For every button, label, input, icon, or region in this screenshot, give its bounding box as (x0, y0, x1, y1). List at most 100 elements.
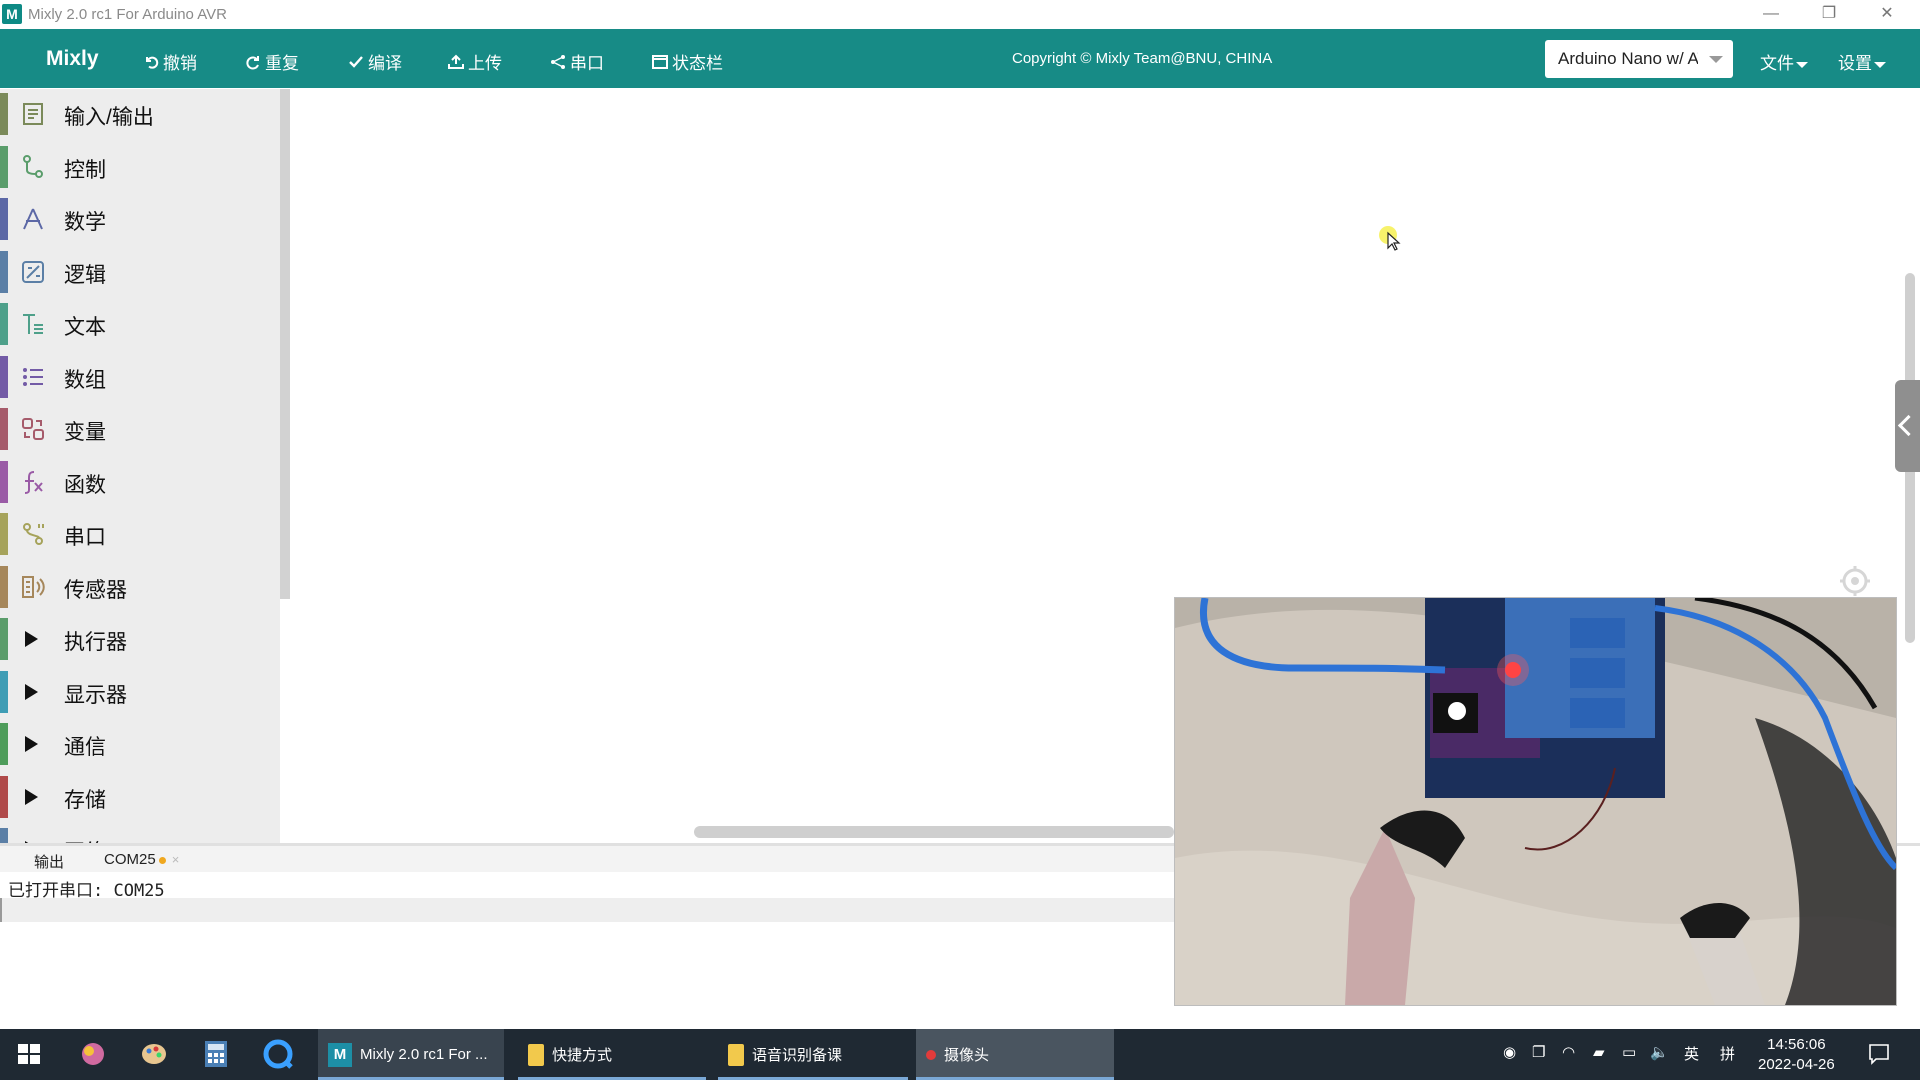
share-nodes-icon (551, 54, 565, 69)
paint-icon[interactable] (139, 1040, 169, 1068)
sidebar-category[interactable]: 显示器 (0, 667, 278, 717)
block-category-sidebar: 输入/输出控制数学逻辑文本数组变量函数串口传感器执行器显示器通信存储网络 (0, 89, 280, 844)
minimize-button[interactable]: — (1748, 0, 1794, 28)
sidebar-category-label: 显示器 (64, 683, 127, 707)
settings-menu-label: 设置 (1838, 54, 1872, 73)
brand-label[interactable]: Mixly (46, 47, 99, 71)
text-icon (20, 311, 46, 337)
sidebar-scrollbar[interactable] (280, 89, 290, 599)
copyright-text: Copyright © Mixly Team@BNU, CHINA (1012, 50, 1273, 67)
statusbar-button[interactable]: 状态栏 (652, 49, 723, 74)
record-dot-icon (926, 1049, 936, 1060)
variable-icon (20, 416, 46, 442)
sensor-icon (20, 574, 46, 600)
restore-button[interactable]: ❐ (1806, 0, 1852, 28)
battery-icon[interactable]: ▭ (1622, 1043, 1636, 1061)
sidebar-category[interactable]: 串口 (0, 509, 278, 559)
category-color-bar (0, 250, 8, 293)
sidebar-category-label: 传感器 (64, 578, 127, 602)
sidebar-category[interactable]: 数组 (0, 352, 278, 402)
redo-label: 重复 (265, 54, 299, 73)
sidebar-category-label: 输入/输出 (64, 106, 154, 129)
sidebar-category[interactable]: 输入/输出 (0, 89, 278, 139)
system-clock[interactable]: 14:56:06 2022-04-26 (1758, 1035, 1835, 1075)
sidebar-category[interactable]: 数学 (0, 194, 278, 244)
main-toolbar: Mixly 撤销 重复 编译 上传 串口 状态栏 Copyright © Mix… (0, 29, 1920, 88)
expand-icon[interactable] (25, 683, 38, 700)
tab-com25-label: COM25 (104, 851, 156, 868)
file-menu[interactable]: 文件 (1760, 49, 1808, 74)
serial-input[interactable] (0, 898, 1176, 922)
sidebar-category[interactable]: 变量 (0, 404, 278, 454)
board-select[interactable]: Arduino Nano w/ ATmega328P (1545, 40, 1733, 78)
sidebar-category-label: 变量 (64, 421, 106, 444)
taskbar-app-camera[interactable]: 摄像头 (916, 1029, 1114, 1080)
workspace-horizontal-scrollbar[interactable] (694, 826, 1174, 838)
clock-time: 14:56:06 (1767, 1036, 1826, 1053)
app-launcher-icon[interactable] (78, 1040, 108, 1068)
settings-menu[interactable]: 设置 (1838, 49, 1886, 74)
undo-label: 撤销 (163, 54, 197, 73)
wifi-icon[interactable]: ◠ (1562, 1043, 1575, 1061)
connected-dot-icon (158, 856, 166, 864)
category-color-bar (0, 303, 8, 345)
collapse-panel-button[interactable] (1895, 380, 1920, 472)
upload-icon (448, 54, 464, 69)
board-select-value: Arduino Nano w/ ATmega328P (1558, 49, 1698, 68)
network-icon[interactable]: ◉ (1503, 1043, 1516, 1061)
title-bar: M Mixly 2.0 rc1 For Arduino AVR — ❐ ✕ (0, 0, 1920, 30)
expand-icon[interactable] (25, 631, 38, 647)
undo-button[interactable]: 撤销 (143, 49, 197, 74)
ime-language[interactable]: 英 (1684, 1043, 1699, 1064)
windows-start-icon[interactable] (18, 1044, 40, 1064)
category-color-bar (0, 670, 8, 713)
tab-output[interactable]: 输出 (34, 851, 64, 872)
category-color-bar (0, 198, 8, 240)
taskbar-app-speech[interactable]: 语音识别备课 (718, 1029, 908, 1080)
volume-icon[interactable]: 🔈 (1650, 1043, 1669, 1061)
chevron-down-icon (1709, 56, 1723, 63)
close-button[interactable]: ✕ (1864, 0, 1910, 28)
chevron-down-icon (1874, 61, 1886, 68)
upload-button[interactable]: 上传 (448, 49, 502, 74)
logic-icon (20, 259, 46, 285)
sidebar-category[interactable]: 网络 (0, 824, 278, 844)
tab-com25[interactable]: COM25 × (104, 851, 179, 868)
mouse-cursor-icon (1379, 226, 1401, 251)
folder-icon (528, 1043, 544, 1066)
sidebar-category[interactable]: 执行器 (0, 614, 278, 664)
sidebar-category[interactable]: 存储 (0, 772, 278, 822)
serial-button[interactable]: 串口 (550, 49, 604, 74)
task-view-icon[interactable]: ❐ (1532, 1043, 1545, 1061)
sidebar-category-label: 通信 (64, 736, 106, 759)
calculator-icon[interactable] (203, 1039, 229, 1069)
mixly-app-icon: M (328, 1042, 352, 1067)
tab-close-icon[interactable]: × (172, 852, 180, 867)
control-icon (20, 154, 46, 180)
sidebar-category-label: 执行器 (64, 631, 127, 654)
sidebar-category[interactable]: 文本 (0, 299, 278, 349)
recenter-target-icon[interactable] (1840, 566, 1870, 596)
taskbar-app-label: 语音识别备课 (752, 1047, 843, 1064)
ime-mode[interactable]: 拼 (1720, 1043, 1735, 1064)
sidebar-category-label: 串口 (64, 526, 106, 549)
sidebar-category[interactable]: 逻辑 (0, 247, 278, 297)
category-color-bar (0, 565, 8, 608)
redo-button[interactable]: 重复 (245, 49, 299, 74)
sidebar-category-label: 存储 (64, 788, 106, 812)
redo-icon (246, 55, 259, 69)
sidebar-category[interactable]: 通信 (0, 719, 278, 769)
taskbar-app-mixly[interactable]: M Mixly 2.0 rc1 For ... (318, 1029, 504, 1080)
sidebar-category[interactable]: 控制 (0, 142, 278, 192)
sidebar-category[interactable]: 函数 (0, 457, 278, 507)
expand-icon[interactable] (25, 736, 38, 752)
compile-button[interactable]: 编译 (348, 49, 402, 74)
sidebar-category[interactable]: 传感器 (0, 562, 278, 612)
browser-icon[interactable] (263, 1039, 293, 1069)
taskbar-app-shortcut[interactable]: 快捷方式 (518, 1029, 706, 1080)
gpu-icon[interactable]: ▰ (1593, 1043, 1605, 1061)
expand-icon[interactable] (25, 788, 38, 805)
notification-icon[interactable] (1868, 1043, 1890, 1065)
windows-taskbar: M Mixly 2.0 rc1 For ... 快捷方式 语音识别备课 摄像头 … (0, 1029, 1920, 1080)
category-color-bar (0, 618, 8, 660)
